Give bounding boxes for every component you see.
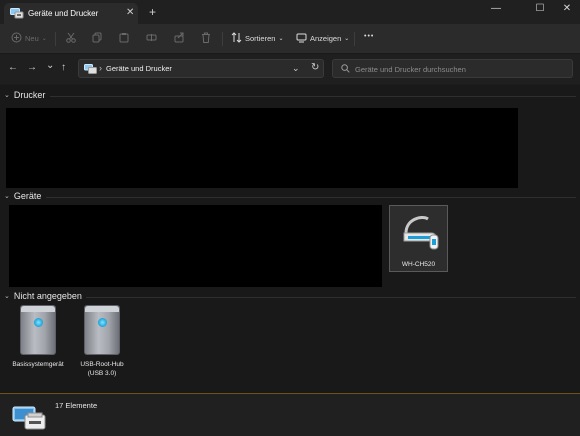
tower-icon — [84, 305, 120, 355]
recent-locations-button[interactable]: ⌄ — [46, 60, 54, 71]
title-bar: Geräte und Drucker ✕ + — ☐ ✕ — [0, 0, 580, 24]
redacted-area — [6, 108, 518, 188]
maximize-button[interactable]: ☐ — [532, 3, 548, 14]
item-count: 17 Elemente — [55, 401, 98, 410]
divider — [222, 32, 223, 46]
sort-label: Sortieren — [245, 34, 276, 43]
chevron-down-icon: ⌄ — [344, 36, 350, 42]
refresh-button[interactable]: ↻ — [311, 62, 319, 73]
sort-icon — [231, 32, 242, 45]
view-icon — [296, 32, 307, 45]
device-item[interactable]: WH-CH520 — [389, 205, 448, 272]
divider — [86, 297, 576, 298]
delete-icon — [201, 32, 211, 45]
tower-led — [98, 318, 107, 327]
rename-icon — [146, 32, 157, 45]
tab-title: Geräte und Drucker — [28, 9, 99, 18]
details-pane: 17 Elemente — [0, 393, 580, 436]
search-input[interactable] — [355, 62, 565, 76]
sort-button[interactable]: Sortieren ⌄ — [231, 32, 283, 45]
more-options-button[interactable]: ••• — [364, 33, 374, 40]
cut-icon — [66, 32, 76, 45]
section-header-devices[interactable]: ⌄ Geräte — [4, 191, 41, 201]
divider — [46, 197, 576, 198]
section-title-printers: Drucker — [13, 90, 46, 100]
tower-led — [34, 318, 43, 327]
chevron-down-icon: ⌄ — [4, 92, 10, 99]
redacted-area — [9, 205, 382, 287]
tower-top — [85, 306, 119, 312]
share-button[interactable] — [174, 32, 185, 45]
delete-button[interactable] — [201, 32, 211, 45]
paste-button[interactable] — [119, 32, 129, 45]
view-button[interactable]: Anzeigen ⌄ — [296, 32, 349, 45]
device-label: USB-Root-Hub (USB 3.0) — [80, 361, 124, 377]
new-plus-icon — [11, 32, 22, 45]
back-button[interactable]: ← — [8, 62, 18, 73]
device-item[interactable]: Basissystemgerät — [9, 303, 67, 373]
tab-devices-printers[interactable]: Geräte und Drucker ✕ — [4, 3, 138, 24]
divider — [354, 32, 355, 46]
section-header-printers[interactable]: ⌄ Drucker — [4, 90, 45, 100]
section-header-unspecified[interactable]: ⌄ Nicht angegeben — [4, 291, 82, 301]
tower-icon — [20, 305, 56, 355]
tower-top — [21, 306, 55, 312]
address-bar[interactable]: › Geräte und Drucker ⌄ ↻ — [78, 59, 324, 78]
search-box[interactable] — [332, 59, 573, 78]
paste-icon — [119, 32, 129, 45]
content-pane[interactable]: ⌄ Drucker ⌄ Geräte WH-CH520 ⌄ Nicht ange… — [0, 85, 580, 393]
copy-button[interactable] — [92, 32, 102, 45]
forward-button[interactable]: → — [27, 62, 37, 73]
up-button[interactable]: ↑ — [61, 62, 66, 73]
search-icon — [341, 64, 350, 75]
chevron-down-icon: ⌄ — [278, 36, 284, 42]
devices-printers-icon — [10, 8, 24, 21]
divider — [50, 96, 576, 97]
device-label: Basissystemgerät — [12, 361, 64, 368]
new-label: Neu — [25, 34, 39, 43]
breadcrumb-separator[interactable]: › — [99, 63, 102, 73]
command-bar: Neu ⌄ Sortieren ⌄ Anzeigen ⌄ ••• — [0, 24, 580, 54]
chevron-down-icon: ⌄ — [41, 36, 47, 42]
minimize-button[interactable]: — — [488, 3, 504, 14]
rename-button[interactable] — [146, 32, 157, 45]
tab-close-icon[interactable]: ✕ — [126, 7, 134, 18]
section-title-unspecified: Nicht angegeben — [13, 291, 82, 301]
view-label: Anzeigen — [310, 34, 342, 43]
devices-printers-icon — [84, 64, 97, 76]
devices-printers-icon — [11, 403, 47, 433]
copy-icon — [92, 32, 102, 45]
chevron-down-icon: ⌄ — [4, 193, 10, 200]
headphone-icon — [396, 211, 442, 259]
device-item[interactable]: USB-Root-Hub (USB 3.0) — [73, 303, 131, 383]
breadcrumb-devices-printers[interactable]: Geräte und Drucker — [106, 64, 172, 73]
new-tab-button[interactable]: + — [149, 5, 156, 19]
section-title-devices: Geräte — [13, 191, 42, 201]
close-window-button[interactable]: ✕ — [559, 3, 575, 14]
chevron-down-icon: ⌄ — [4, 293, 10, 300]
new-button[interactable]: Neu ⌄ — [11, 32, 47, 45]
share-icon — [174, 32, 185, 45]
device-label: WH-CH520 — [401, 261, 436, 268]
cut-button[interactable] — [66, 32, 76, 45]
divider — [55, 32, 56, 46]
address-dropdown-icon[interactable]: ⌄ — [292, 63, 300, 74]
